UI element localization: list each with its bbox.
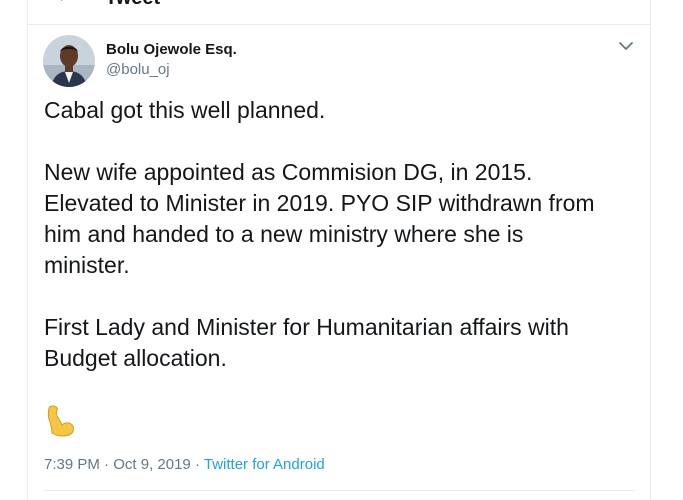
tweet-source-link[interactable]: Twitter for Android [204, 456, 325, 473]
meta-separator: · [194, 456, 200, 473]
tweet-text: Cabal got this well planned. New wife ap… [44, 95, 634, 374]
footer-divider [44, 490, 634, 491]
tweet-date[interactable]: Oct 9, 2019 [113, 456, 191, 473]
tweet-paragraph: First Lady and Minister for Humanitarian… [44, 314, 569, 371]
author-handle[interactable]: @bolu_oj [106, 61, 170, 79]
avatar[interactable] [43, 35, 95, 87]
flexed-biceps-icon [47, 405, 74, 437]
tweet-time: 7:39 PM [44, 456, 100, 473]
tweet-detail-page: ← Tweet Bolu Ojewole Esq. @bolu_oj Cabal… [0, 0, 683, 500]
page-title: Tweet [105, 0, 160, 8]
header-divider [27, 24, 651, 25]
card-border-right [650, 0, 651, 500]
card-border-left [27, 0, 28, 500]
tweet-meta: 7:39 PM · Oct 9, 2019 · Twitter for Andr… [44, 456, 325, 474]
author-name[interactable]: Bolu Ojewole Esq. [106, 41, 237, 59]
header-bar: ← Tweet [27, 0, 651, 24]
chevron-down-icon[interactable] [617, 39, 635, 53]
back-arrow-icon[interactable]: ← [55, 0, 75, 6]
tweet-paragraph: Cabal got this well planned. [44, 97, 326, 123]
avatar-photo-icon [43, 35, 95, 87]
tweet-paragraph: New wife appointed as Commision DG, in 2… [44, 159, 595, 278]
meta-separator: · [104, 456, 110, 473]
